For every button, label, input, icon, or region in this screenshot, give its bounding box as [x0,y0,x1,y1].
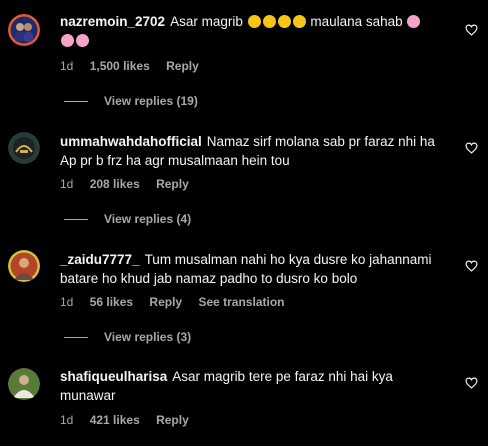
comment-time: 1d [60,177,74,191]
reply-button[interactable]: Reply [156,413,189,427]
comment-meta: 1d 56 likes Reply See translation [60,295,297,309]
comment-username[interactable]: _zaidu7777_ [60,252,140,267]
view-replies-button[interactable]: View replies (4) [64,212,191,226]
see-translation-button[interactable]: See translation [198,295,284,309]
comment-username[interactable]: shafiqueulharisa [60,369,167,384]
comment-time: 1d [60,413,74,427]
comment-likes[interactable]: 56 likes [90,295,133,309]
comment-likes[interactable]: 1,500 likes [90,59,150,73]
view-replies-label: View replies (3) [104,330,192,344]
squinting-laughing-emoji [60,33,90,48]
avatar[interactable] [8,368,40,400]
avatar[interactable] [8,14,40,46]
heart-outline-icon[interactable] [465,142,478,154]
divider-line [64,219,88,221]
view-replies-button[interactable]: View replies (19) [64,94,198,108]
comment-body: nazremoin_2702 Asar magrib maulana sahab [60,12,452,50]
comment-meta: 1d 1,500 likes Reply [60,59,212,73]
view-replies-label: View replies (4) [104,212,192,226]
comment-likes[interactable]: 208 likes [90,177,140,191]
reply-button[interactable]: Reply [166,59,199,73]
divider-line [64,101,88,103]
comment-username[interactable]: nazremoin_2702 [60,14,165,29]
comment-time: 1d [60,59,74,73]
comment-body: ummahwahdahofficial Namaz sirf molana sab… [60,132,452,170]
comment-username[interactable]: ummahwahdahofficial [60,134,202,149]
avatar[interactable] [8,250,40,282]
comment-likes[interactable]: 421 likes [90,413,140,427]
comment-time: 1d [60,295,74,309]
comment-text: Asar magrib [170,14,243,29]
divider-line [64,337,88,339]
view-replies-label: View replies (19) [104,94,198,108]
comment-body: shafiqueulharisa Asar magrib tere pe fara… [60,367,452,405]
heart-outline-icon[interactable] [465,24,478,36]
comments-panel: nazremoin_2702 Asar magrib maulana sahab … [0,0,488,446]
rolling-laughing-emoji [247,14,307,29]
reply-button[interactable]: Reply [156,177,189,191]
reply-button[interactable]: Reply [149,295,182,309]
comment-meta: 1d 208 likes Reply [60,177,202,191]
squinting-laughing-emoji [406,14,421,29]
comment-body: _zaidu7777_ Tum musalman nahi ho kya dusr… [60,250,452,288]
heart-outline-icon[interactable] [465,260,478,272]
comment-meta: 1d 421 likes Reply [60,413,202,427]
comment-text: maulana sahab [310,14,403,29]
view-replies-button[interactable]: View replies (3) [64,330,191,344]
heart-outline-icon[interactable] [465,377,478,389]
avatar[interactable] [8,132,40,164]
